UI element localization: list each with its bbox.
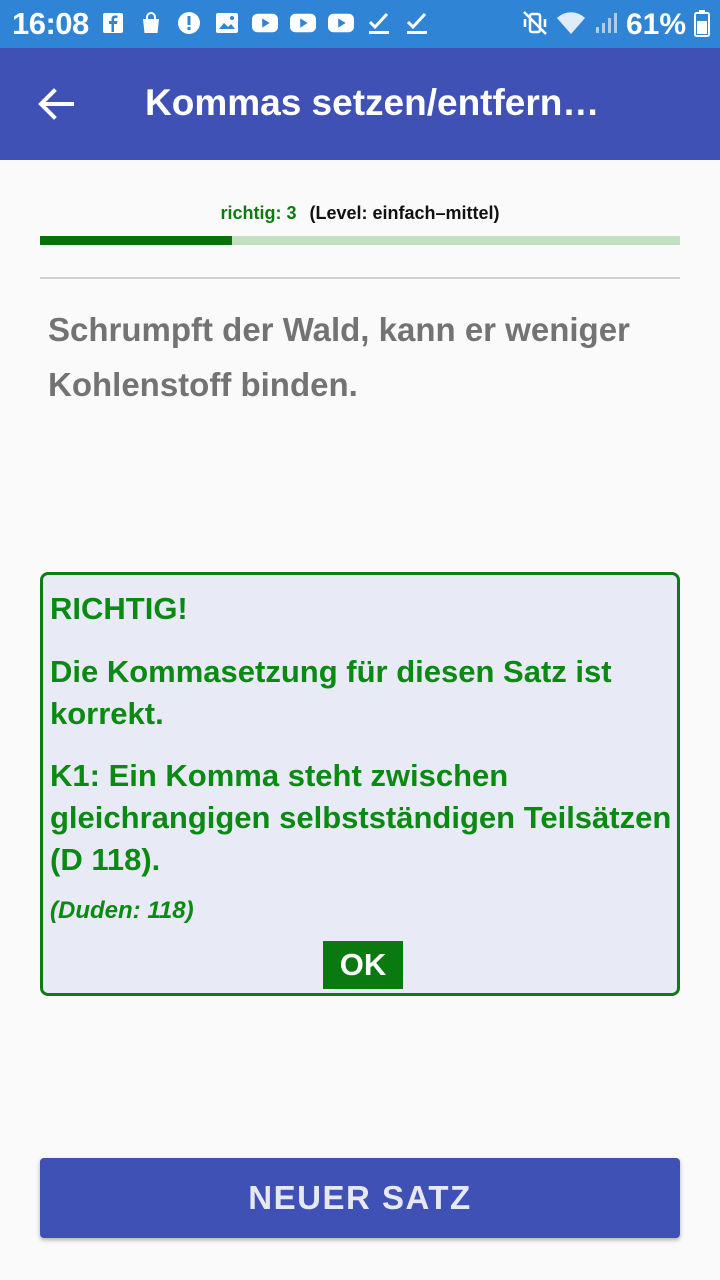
status-bar: 16:08 61% bbox=[0, 0, 720, 48]
progress-status: richtig: 3 (Level: einfach–mittel) bbox=[0, 203, 720, 224]
correct-count: richtig: 3 bbox=[220, 203, 297, 223]
check-icon bbox=[366, 10, 392, 36]
result-title: RICHTIG! bbox=[50, 591, 188, 626]
progress-bar-fill bbox=[40, 236, 232, 245]
divider bbox=[40, 277, 680, 279]
page-title: Kommas setzen/entfern… bbox=[145, 82, 600, 123]
notification-icons bbox=[100, 10, 430, 36]
exercise-sentence[interactable]: Schrumpft der Wald, kann er weniger Kohl… bbox=[48, 302, 678, 412]
result-reference: (Duden: 118) bbox=[50, 897, 194, 924]
progress-bar bbox=[40, 236, 680, 245]
facebook-icon bbox=[100, 10, 126, 36]
result-panel: RICHTIG! Die Kommasetzung für diesen Sat… bbox=[40, 572, 680, 996]
battery-icon bbox=[694, 9, 710, 42]
alert-icon bbox=[176, 10, 202, 36]
check-icon bbox=[404, 10, 430, 36]
app-bar: Kommas setzen/entfern… bbox=[0, 48, 720, 160]
system-icons: 61% bbox=[522, 8, 710, 42]
shopping-bag-icon bbox=[138, 10, 164, 36]
ok-button[interactable]: OK bbox=[323, 941, 403, 989]
image-icon bbox=[214, 10, 240, 36]
wifi-icon bbox=[556, 10, 586, 41]
arrow-left-icon bbox=[38, 88, 74, 120]
signal-icon bbox=[594, 11, 618, 40]
result-rule: K1: Ein Komma steht zwischen gleichrangi… bbox=[50, 758, 672, 877]
level-label: (Level: einfach–mittel) bbox=[309, 203, 500, 223]
status-time: 16:08 bbox=[12, 6, 89, 41]
new-sentence-button[interactable]: NEUER SATZ bbox=[40, 1158, 680, 1238]
mute-vibrate-icon bbox=[522, 10, 548, 41]
youtube-icon bbox=[290, 10, 316, 36]
battery-percent: 61% bbox=[625, 8, 686, 41]
youtube-icon bbox=[328, 10, 354, 36]
back-button[interactable] bbox=[20, 68, 92, 140]
youtube-icon bbox=[252, 10, 278, 36]
result-message: Die Kommasetzung für diesen Satz ist kor… bbox=[50, 654, 612, 731]
